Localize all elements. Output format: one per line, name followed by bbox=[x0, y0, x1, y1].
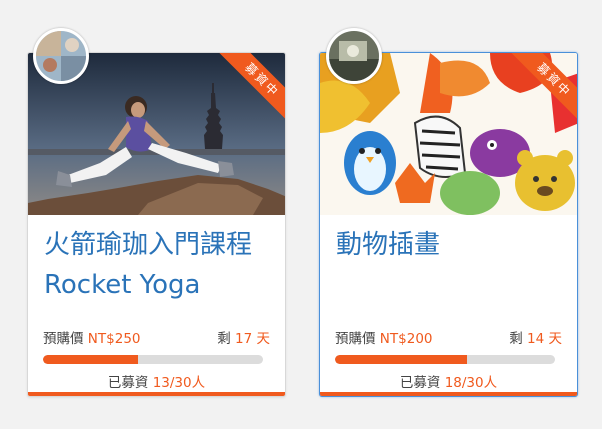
remain-days-value: 14 天 bbox=[527, 331, 562, 347]
campaign-meta: 預購價 NT$200 剩 14 天 bbox=[335, 327, 562, 347]
creator-avatar[interactable] bbox=[326, 28, 382, 84]
price-label: 預購價 bbox=[335, 331, 376, 347]
presale-price: 預購價 NT$250 bbox=[43, 327, 141, 347]
remain-label: 剩 bbox=[509, 331, 523, 347]
progress-fill bbox=[335, 355, 467, 364]
campaign-card[interactable]: 募資中 動物插畫 預購價 NT$200 剩 14 天 已募資 18/30人 bbox=[319, 52, 578, 397]
price-value: NT$200 bbox=[379, 331, 433, 347]
price-label: 預購價 bbox=[43, 331, 84, 347]
presale-price: 預購價 NT$200 bbox=[335, 327, 433, 347]
creator-avatar-image bbox=[329, 31, 379, 81]
days-remaining: 剩 14 天 bbox=[509, 327, 562, 347]
raised-label: 已募資 bbox=[107, 375, 149, 391]
remain-days-value: 17 天 bbox=[235, 331, 270, 347]
card-bottom-strip bbox=[28, 392, 285, 396]
progress-bar bbox=[43, 355, 263, 364]
creator-avatar-image bbox=[36, 31, 86, 81]
progress-bar bbox=[335, 355, 555, 364]
card-bottom-strip bbox=[320, 392, 577, 396]
campaign-title[interactable]: 火箭瑜珈入門課程 Rocket Yoga bbox=[44, 225, 274, 305]
raised-label: 已募資 bbox=[399, 375, 441, 391]
creator-avatar[interactable] bbox=[33, 28, 89, 84]
days-remaining: 剩 17 天 bbox=[217, 327, 270, 347]
campaign-title[interactable]: 動物插畫 bbox=[336, 225, 566, 265]
price-value: NT$250 bbox=[87, 331, 141, 347]
remain-label: 剩 bbox=[217, 331, 231, 347]
raised-count: 已募資 18/30人 bbox=[320, 371, 577, 391]
progress-fill bbox=[43, 355, 139, 364]
campaign-card[interactable]: 募資中 火箭瑜珈入門課程 Rocket Yoga 預購價 NT$250 剩 17… bbox=[27, 52, 286, 397]
raised-count: 已募資 13/30人 bbox=[28, 371, 285, 391]
campaign-meta: 預購價 NT$250 剩 17 天 bbox=[43, 327, 270, 347]
raised-value: 18/30人 bbox=[444, 375, 498, 391]
raised-value: 13/30人 bbox=[152, 375, 206, 391]
